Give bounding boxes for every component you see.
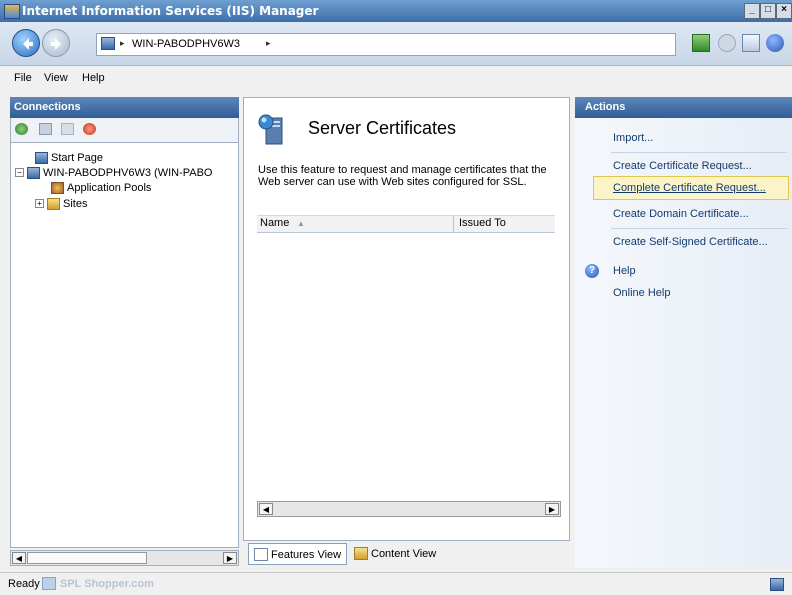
collapse-toggle[interactable]: − <box>15 168 24 177</box>
tab-features-view[interactable]: Features View <box>248 543 347 565</box>
menu-file[interactable]: File <box>14 72 32 84</box>
action-create-self-signed-certificate[interactable]: Create Self-Signed Certificate... <box>613 236 768 248</box>
column-name[interactable]: Name <box>260 217 289 229</box>
disconnect-icon[interactable] <box>83 123 96 135</box>
feature-description: Use this feature to request and manage c… <box>258 164 547 188</box>
help-icon[interactable] <box>766 34 784 52</box>
tree-item-server[interactable]: WIN-PABODPHV6W3 (WIN-PABO <box>43 167 213 179</box>
tree-item-app-pools[interactable]: Application Pools <box>67 182 151 194</box>
tree-item-start-page[interactable]: Start Page <box>51 152 103 164</box>
scroll-right-button[interactable]: ▶ <box>223 552 237 564</box>
action-import[interactable]: Import... <box>613 132 653 144</box>
start-page-icon <box>35 152 48 164</box>
help-icon: ? <box>585 264 599 278</box>
scroll-thumb[interactable] <box>27 552 147 564</box>
up-icon[interactable] <box>61 123 74 135</box>
connect-icon[interactable] <box>15 123 28 135</box>
server-icon <box>770 578 784 591</box>
sites-folder-icon <box>47 198 60 210</box>
close-button[interactable]: × <box>776 3 792 19</box>
forward-button[interactable] <box>42 29 70 57</box>
home-icon[interactable] <box>742 34 760 52</box>
actions-pane: Import... Create Certificate Request... … <box>575 118 792 568</box>
action-online-help[interactable]: Online Help <box>613 287 670 299</box>
connections-horizontal-scrollbar[interactable]: ◀ ▶ <box>10 550 239 566</box>
minimize-button[interactable]: _ <box>744 3 760 19</box>
action-help[interactable]: Help <box>613 265 636 277</box>
stop-icon[interactable] <box>718 34 736 52</box>
actions-header: Actions <box>575 97 792 118</box>
status-text: Ready <box>8 578 40 590</box>
menu-bar: File View Help <box>0 66 792 90</box>
action-create-certificate-request[interactable]: Create Certificate Request... <box>613 160 752 172</box>
breadcrumb-server[interactable]: WIN-PABODPHV6W3 <box>132 38 240 50</box>
expand-toggle[interactable]: + <box>35 199 44 208</box>
view-tabs: Features View Content View <box>243 541 570 568</box>
tab-content-label: Content View <box>371 548 437 560</box>
connections-tree: Start Page − WIN-PABODPHV6W3 (WIN-PABO A… <box>10 142 239 548</box>
address-field[interactable]: ▸ WIN-PABODPHV6W3 ▸ <box>96 33 676 56</box>
window-title: Internet Information Services (IIS) Mana… <box>22 4 319 18</box>
forward-arrow-icon <box>51 38 61 50</box>
tab-features-label: Features View <box>271 549 342 561</box>
tree-item-sites[interactable]: Sites <box>63 198 87 210</box>
menu-view[interactable]: View <box>44 72 68 84</box>
watermark: SPL Shopper.com <box>60 578 154 590</box>
main-pane: Server Certificates Use this feature to … <box>243 97 570 541</box>
refresh-icon[interactable] <box>692 34 710 52</box>
action-create-domain-certificate[interactable]: Create Domain Certificate... <box>613 208 749 220</box>
iis-app-icon <box>4 4 20 19</box>
server-icon <box>101 37 115 50</box>
menu-help[interactable]: Help <box>82 72 105 84</box>
scroll-left-button[interactable]: ◀ <box>12 552 26 564</box>
column-issued-to[interactable]: Issued To <box>459 217 506 229</box>
content-view-icon <box>354 547 368 560</box>
action-complete-certificate-request[interactable]: Complete Certificate Request... <box>613 182 766 194</box>
connections-toolbar <box>10 118 239 142</box>
certificates-grid-header: Name ▲ Issued To <box>257 215 555 233</box>
save-icon[interactable] <box>39 123 52 135</box>
breadcrumb-separator[interactable]: ▸ <box>120 38 125 49</box>
maximize-button[interactable]: □ <box>760 3 776 19</box>
server-icon <box>27 167 40 179</box>
breadcrumb-separator-2[interactable]: ▸ <box>266 38 271 49</box>
server-certificates-icon <box>258 114 283 145</box>
status-icon <box>42 577 56 590</box>
title-bar: Internet Information Services (IIS) Mana… <box>0 0 792 22</box>
back-arrow-icon <box>23 38 33 50</box>
app-pools-icon <box>51 182 64 194</box>
page-title: Server Certificates <box>308 118 457 138</box>
column-divider[interactable] <box>453 216 454 232</box>
features-view-icon <box>254 548 268 561</box>
action-divider <box>611 152 787 153</box>
tab-content-view[interactable]: Content View <box>349 543 459 565</box>
connections-header: Connections <box>10 97 239 118</box>
navigation-bar: ▸ WIN-PABODPHV6W3 ▸ <box>0 22 792 66</box>
action-divider <box>611 228 787 229</box>
certificates-horizontal-scrollbar[interactable]: ◀ ▶ <box>257 501 561 517</box>
back-button[interactable] <box>12 29 40 57</box>
scroll-left-button[interactable]: ◀ <box>259 503 273 515</box>
status-bar: Ready SPL Shopper.com <box>0 572 792 595</box>
sort-arrow-icon: ▲ <box>297 219 305 228</box>
scroll-right-button[interactable]: ▶ <box>545 503 559 515</box>
